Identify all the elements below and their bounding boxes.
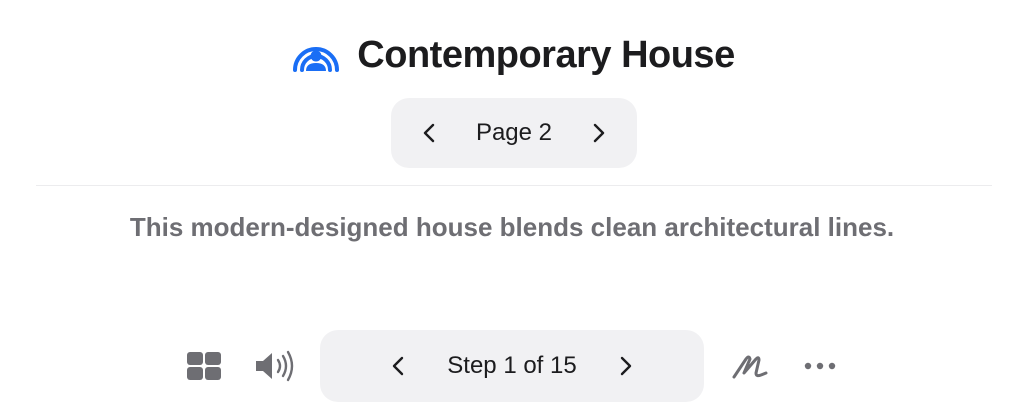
caption-text: This modern-designed house blends clean … xyxy=(129,212,895,242)
step-next-button[interactable] xyxy=(612,352,640,380)
more-button[interactable] xyxy=(800,348,840,384)
divider xyxy=(36,185,992,186)
page-prev-button[interactable] xyxy=(415,119,443,147)
bottom-toolbar: Step 1 of 15 xyxy=(160,330,864,402)
step-label: Step 1 of 15 xyxy=(447,352,577,379)
speaker-button[interactable] xyxy=(252,348,300,384)
grid-button[interactable] xyxy=(184,348,224,384)
page-title: Contemporary House xyxy=(357,34,735,76)
speaker-icon xyxy=(256,350,294,382)
draw-button[interactable] xyxy=(728,348,772,384)
listen-person-icon xyxy=(293,46,340,72)
more-icon xyxy=(804,362,836,370)
chevron-left-icon xyxy=(423,123,435,143)
page-pager: Page 2 xyxy=(391,98,637,168)
page-label: Page 2 xyxy=(475,119,553,146)
chevron-right-icon xyxy=(620,356,632,376)
step-prev-button[interactable] xyxy=(384,352,412,380)
chevron-right-icon xyxy=(593,123,605,143)
step-pager: Step 1 of 15 xyxy=(320,330,704,402)
page: Contemporary House Page 2 This modern-de… xyxy=(0,0,1024,416)
grid-icon xyxy=(187,352,221,380)
chevron-left-icon xyxy=(392,356,404,376)
scribble-icon xyxy=(732,355,768,379)
page-next-button[interactable] xyxy=(585,119,613,147)
header: Contemporary House xyxy=(0,34,1024,77)
